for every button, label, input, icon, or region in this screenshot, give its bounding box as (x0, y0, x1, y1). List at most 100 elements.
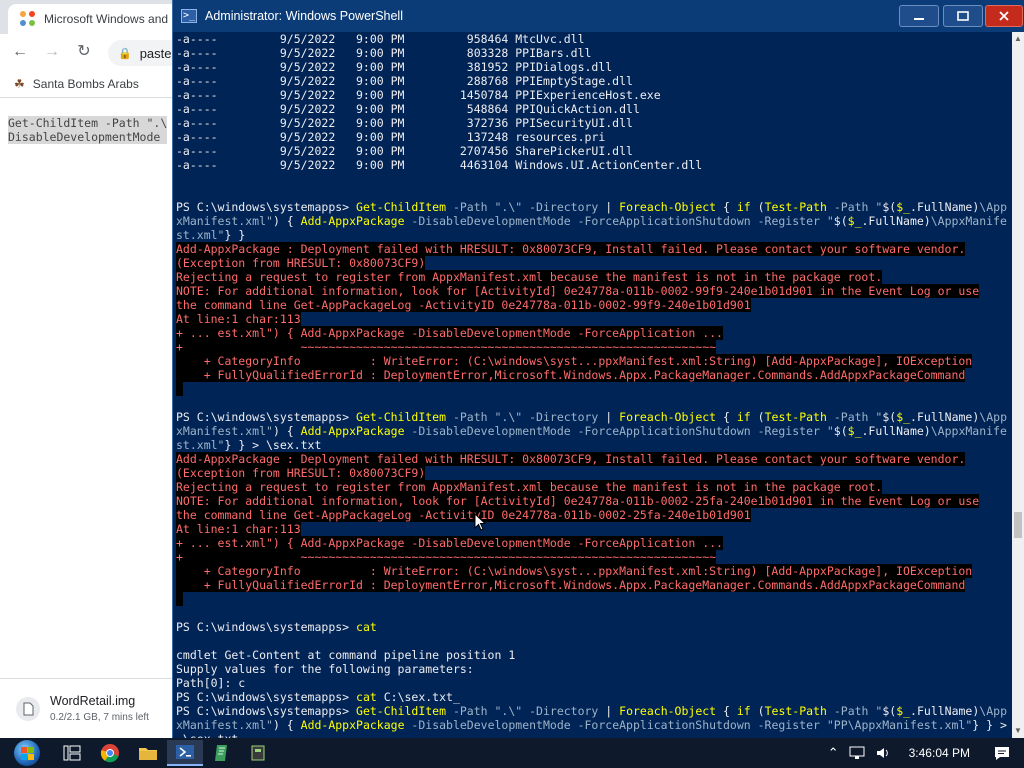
browser-tab[interactable]: Microsoft Windows and (8, 4, 180, 34)
command-token: { (723, 704, 737, 718)
command-token: PS C:\windows\systemapps> (176, 200, 357, 214)
app-green-button[interactable] (204, 740, 240, 766)
error-text: Rejecting a request to register from App… (176, 480, 883, 494)
command-token: -Path (833, 200, 876, 214)
console-line: xManifest.xml") { Add-AppxPackage -Disab… (176, 424, 1013, 438)
command-token: C:\sex.txt_ (383, 690, 460, 704)
console-line: -a---- 9/5/2022 9:00 PM 372736 PPISecuri… (176, 116, 633, 130)
command-token: Get-ChildItem (356, 704, 453, 718)
command-token: xManifest.xml" (176, 424, 273, 438)
command-token: } } > (972, 718, 1007, 732)
command-token: .FullName) (861, 424, 931, 438)
command-token: | (605, 200, 620, 214)
chevron-up-icon[interactable]: ⌃ (828, 745, 839, 761)
command-token: xManifest.xml" (176, 214, 273, 228)
console-line: Add-AppxPackage : Deployment failed with… (176, 242, 1013, 256)
console-line: cmdlet Get-Content at command pipeline p… (176, 648, 516, 662)
command-token: if (736, 704, 758, 718)
command-token: $_ (896, 200, 911, 214)
network-icon[interactable] (849, 746, 865, 760)
error-text: + ... est.xml") { Add-AppxPackage -Disab… (176, 536, 723, 550)
volume-icon[interactable] (875, 746, 891, 760)
desktop: Microsoft Windows and ← → ↻ 🔒 paste ☘ Sa… (0, 0, 1024, 768)
command-token: $( (833, 214, 848, 228)
command-token: -Path (833, 410, 876, 424)
command-token: Foreach-Object (619, 704, 724, 718)
joomla-icon (20, 11, 36, 27)
notifications-icon[interactable] (994, 745, 1010, 761)
clock[interactable]: 3:46:04 PM (909, 746, 970, 760)
command-token: Foreach-Object (619, 200, 724, 214)
console-line: PS C:\windows\systemapps> Get-ChildItem … (176, 410, 1013, 424)
console-line: + FullyQualifiedErrorId : DeploymentErro… (176, 368, 1013, 382)
console-line: PS C:\windows\systemapps> Get-ChildItem … (176, 200, 1013, 214)
error-text: Rejecting a request to register from App… (176, 270, 883, 284)
vertical-scrollbar[interactable]: ▲ ▼ (1012, 32, 1024, 738)
console-output[interactable]: -a---- 9/5/2022 9:00 PM 958464 MtcUvc.dl… (173, 32, 1013, 738)
notepad-plus-icon (215, 745, 227, 761)
powershell-window[interactable]: >_ Administrator: Windows PowerShell -a-… (172, 0, 1024, 738)
command-token: $_ (847, 424, 862, 438)
code-line: DisableDevelopmentMode (8, 130, 168, 144)
command-token: if (736, 200, 758, 214)
bookmarks-bar: ☘ Santa Bombs Arabs (0, 70, 180, 98)
command-token: PS C:\windows\systemapps> (176, 690, 357, 704)
command-token: PS C:\windows\systemapps> (176, 620, 357, 634)
error-text (176, 592, 183, 606)
command-token: Get-ChildItem (356, 200, 453, 214)
console-line: NOTE: For additional information, look f… (176, 284, 1013, 298)
error-text: Add-AppxPackage : Deployment failed with… (176, 242, 966, 256)
error-text: + FullyQualifiedErrorId : DeploymentErro… (176, 578, 966, 592)
console-line: + ~~~~~~~~~~~~~~~~~~~~~~~~~~~~~~~~~~~~~~… (176, 340, 1013, 354)
chrome-taskbar-button[interactable] (92, 740, 128, 766)
close-button[interactable] (985, 5, 1023, 27)
command-token: ".\" (494, 410, 530, 424)
minimize-button[interactable] (899, 5, 939, 27)
error-text: the command line Get-AppPackageLog -Acti… (176, 508, 751, 522)
powershell-titlebar[interactable]: >_ Administrator: Windows PowerShell (173, 0, 1024, 32)
scroll-up-icon[interactable]: ▲ (1012, 32, 1024, 46)
download-item[interactable]: WordRetail.img 0.2/2.1 GB, 7 mins left (0, 678, 180, 738)
download-filename: WordRetail.img (50, 694, 136, 708)
command-token: " (826, 214, 834, 228)
download-progress-text: 0.2/2.1 GB, 7 mins left (50, 712, 149, 723)
command-token: $_ (896, 410, 911, 424)
console-line: + ... est.xml") { Add-AppxPackage -Disab… (176, 536, 1013, 550)
bookmark-santa-bombs[interactable]: Santa Bombs Arabs (33, 77, 139, 91)
console-line: -a---- 9/5/2022 9:00 PM 4463104 Windows.… (176, 158, 703, 172)
forward-arrow-icon[interactable]: → (44, 44, 60, 60)
console-line: (Exception from HRESULT: 0x80073CF9) (176, 466, 1013, 480)
maximize-button[interactable] (943, 5, 983, 27)
window-title: Administrator: Windows PowerShell (205, 9, 403, 23)
command-token: ( (757, 200, 765, 214)
command-token: .FullName) (910, 410, 980, 424)
code-line: Get-ChildItem -Path ".\ (8, 116, 168, 130)
browser-window[interactable]: Microsoft Windows and ← → ↻ 🔒 paste ☘ Sa… (0, 0, 188, 738)
command-token: -Directory (529, 410, 606, 424)
folder-icon (139, 748, 157, 760)
console-line: -a---- 9/5/2022 9:00 PM 1450784 PPIExper… (176, 88, 661, 102)
browser-tab-title: Microsoft Windows and (44, 12, 169, 26)
command-token: -Directory (529, 200, 606, 214)
reload-icon[interactable]: ↻ (76, 44, 92, 60)
command-token: st.xml" (176, 228, 225, 242)
start-button[interactable] (10, 738, 44, 768)
command-token: $( (882, 704, 897, 718)
scrollbar-thumb[interactable] (1014, 512, 1022, 538)
task-view-button[interactable] (54, 740, 90, 766)
command-token: ) { (272, 214, 301, 228)
error-text: + FullyQualifiedErrorId : DeploymentErro… (176, 368, 966, 382)
powershell-taskbar-button[interactable] (167, 740, 203, 766)
error-text: At line:1 char:113 (176, 312, 301, 326)
scroll-down-icon[interactable]: ▼ (1012, 724, 1024, 738)
command-token: \App (979, 200, 1007, 214)
app-dark-button[interactable] (240, 740, 276, 766)
error-text: the command line Get-AppPackageLog -Acti… (176, 298, 751, 312)
console-line: At line:1 char:113 (176, 522, 1013, 536)
console-line: + FullyQualifiedErrorId : DeploymentErro… (176, 578, 1013, 592)
error-text: Add-AppxPackage : Deployment failed with… (176, 452, 966, 466)
file-explorer-button[interactable] (130, 740, 166, 766)
back-arrow-icon[interactable]: ← (12, 44, 28, 60)
mouse-cursor-icon (474, 513, 486, 531)
command-token: cat (356, 690, 384, 704)
